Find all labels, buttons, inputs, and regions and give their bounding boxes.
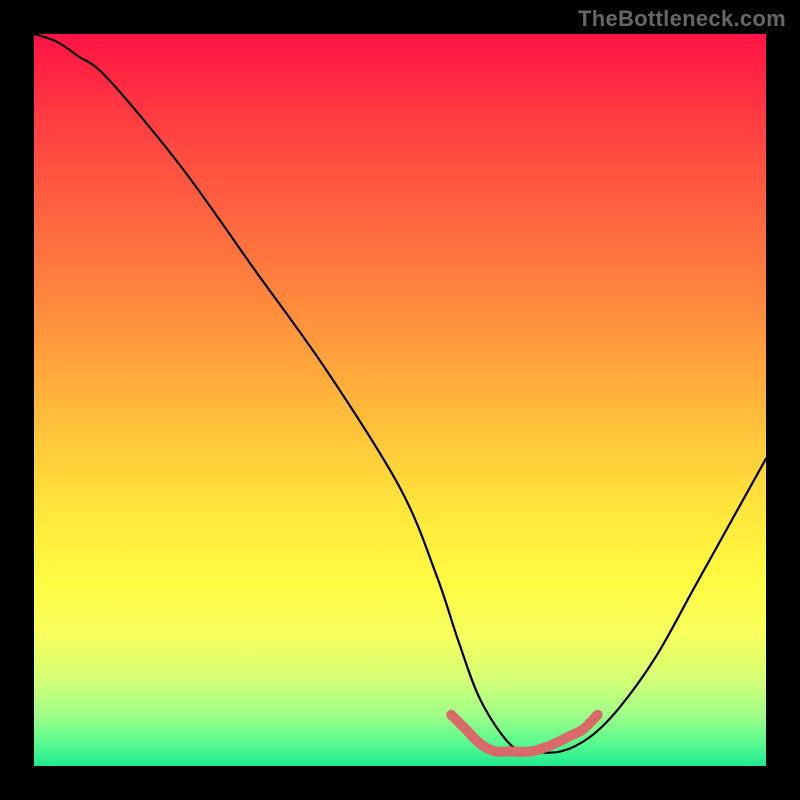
chart-lines-overlay bbox=[34, 34, 766, 766]
watermark-text: TheBottleneck.com bbox=[578, 6, 786, 32]
chart-container: TheBottleneck.com bbox=[0, 0, 800, 800]
bottleneck-curve-line bbox=[34, 34, 766, 753]
